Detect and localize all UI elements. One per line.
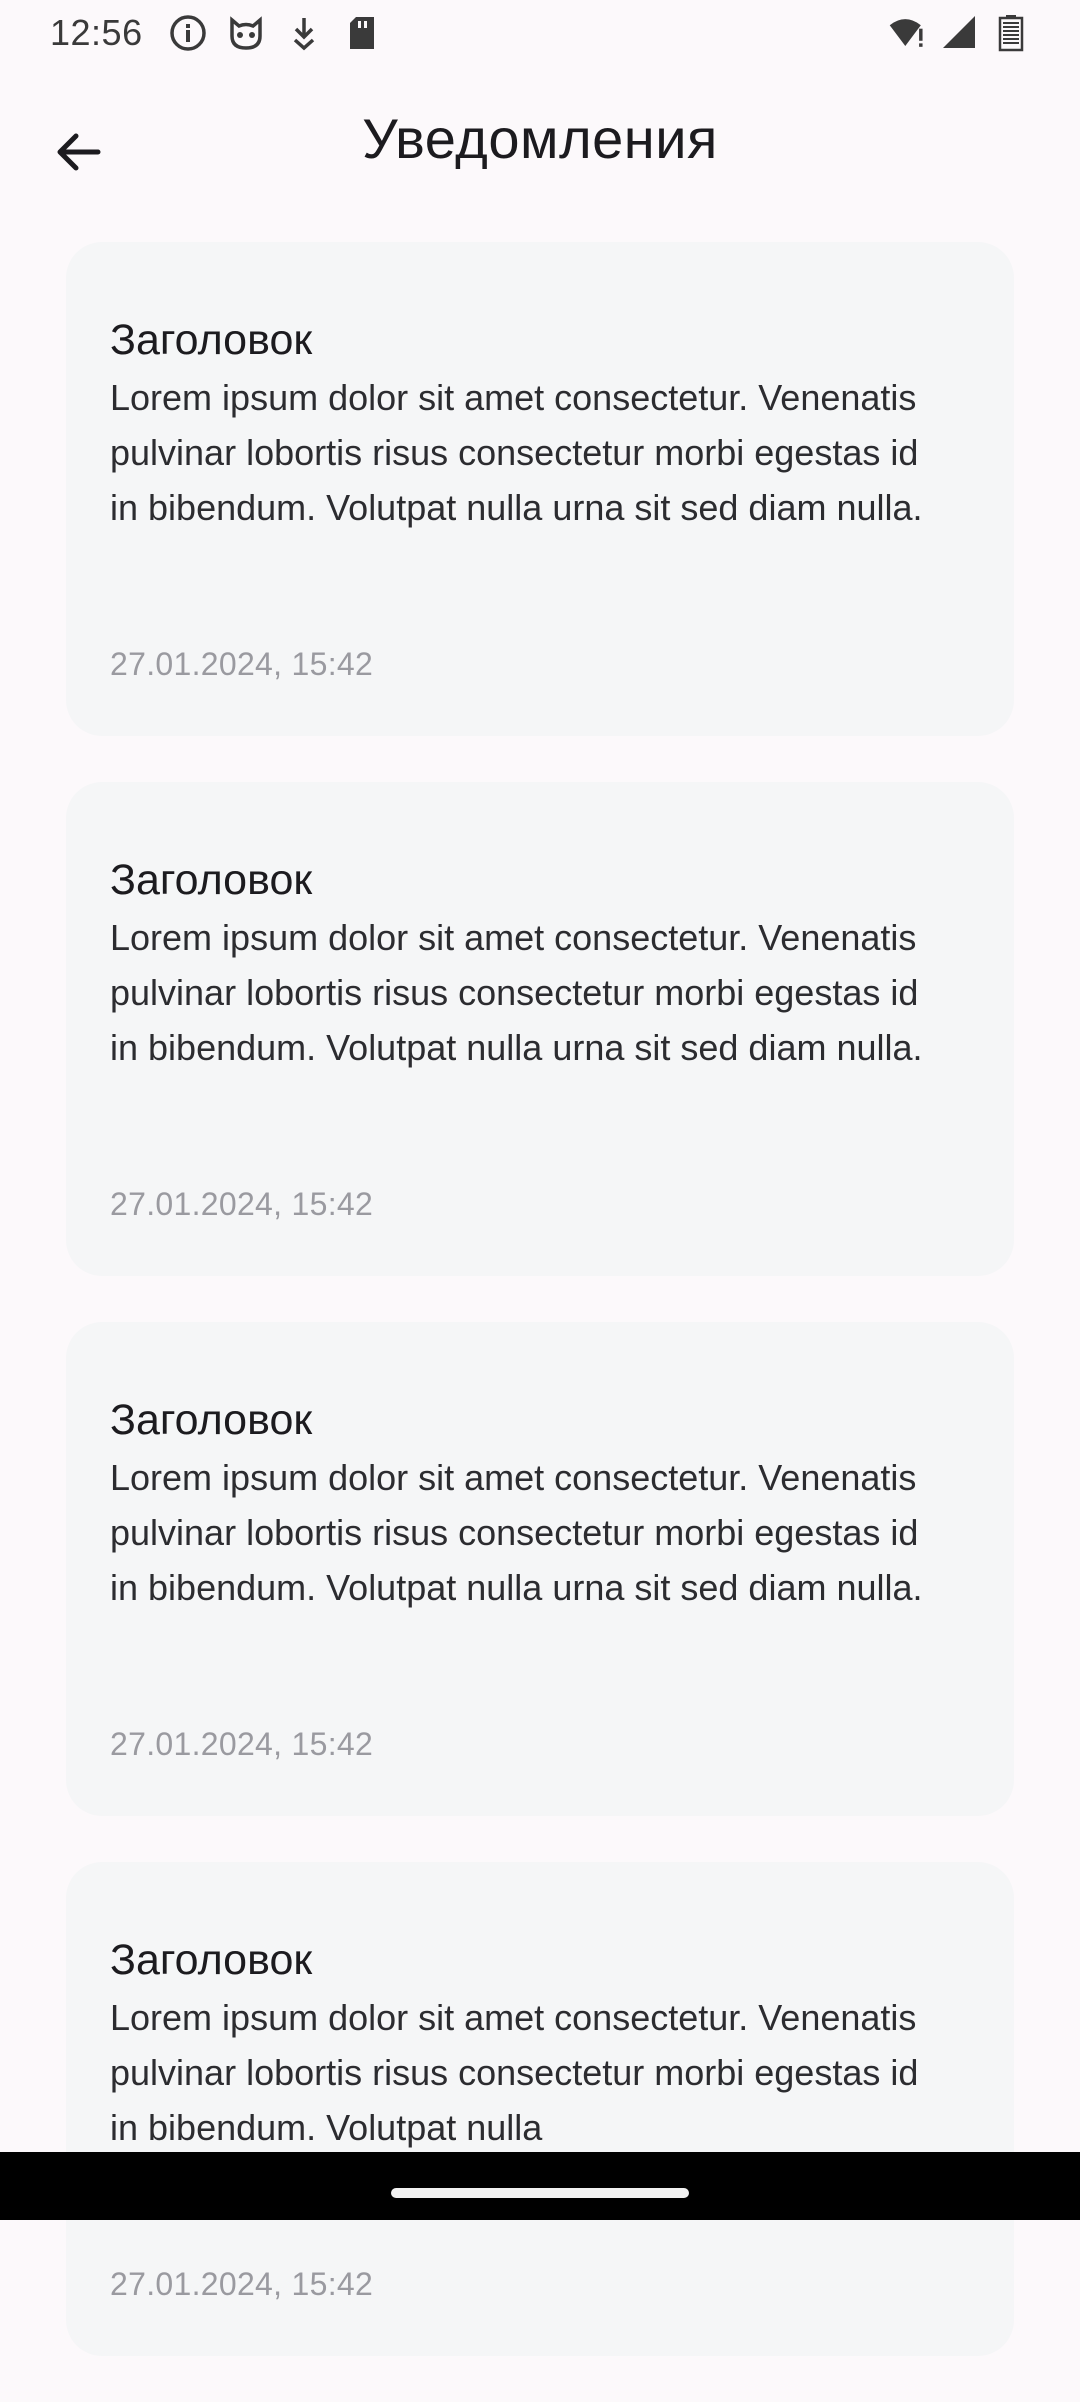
info-icon: [169, 14, 207, 52]
notification-card[interactable]: Заголовок Lorem ipsum dolor sit amet con…: [66, 1322, 1014, 1816]
notification-date: 27.01.2024, 15:42: [110, 646, 374, 682]
notification-card[interactable]: Заголовок Lorem ipsum dolor sit amet con…: [66, 242, 1014, 736]
page-title: Уведомления: [362, 107, 718, 170]
notification-title: Заголовок: [110, 1396, 313, 1444]
download-icon: [285, 14, 323, 52]
notification-date: 27.01.2024, 15:42: [110, 1726, 374, 1762]
notification-card[interactable]: Заголовок Lorem ipsum dolor sit amet con…: [66, 782, 1014, 1276]
status-bar: 12:56: [0, 0, 1080, 66]
home-indicator[interactable]: [391, 2188, 689, 2198]
sd-card-icon: [343, 14, 381, 52]
wifi-alert-icon: [888, 14, 926, 52]
notification-body: Lorem ipsum dolor sit amet consectetur. …: [110, 917, 923, 1068]
notification-body: Lorem ipsum dolor sit amet consectetur. …: [110, 377, 923, 528]
status-time: 12:56: [50, 12, 143, 53]
app-bar: Уведомления: [0, 82, 1080, 202]
notification-card[interactable]: Заголовок Lorem ipsum dolor sit amet con…: [66, 1862, 1014, 2356]
notification-title: Заголовок: [110, 856, 313, 904]
notification-date: 27.01.2024, 15:42: [110, 2266, 374, 2302]
notification-date: 27.01.2024, 15:42: [110, 1186, 374, 1222]
notifications-list[interactable]: Заголовок Lorem ipsum dolor sit amet con…: [66, 242, 1014, 2402]
notification-title: Заголовок: [110, 316, 313, 364]
notification-body: Lorem ipsum dolor sit amet consectetur. …: [110, 1997, 919, 2148]
notification-title: Заголовок: [110, 1936, 313, 1984]
status-right-icons: [888, 14, 1030, 52]
status-left-icons: [169, 14, 381, 52]
battery-icon: [992, 14, 1030, 52]
navigation-bar: [0, 2152, 1080, 2220]
cellular-signal-icon: [940, 14, 978, 52]
cat-face-icon: [227, 14, 265, 52]
notification-body: Lorem ipsum dolor sit amet consectetur. …: [110, 1457, 923, 1608]
